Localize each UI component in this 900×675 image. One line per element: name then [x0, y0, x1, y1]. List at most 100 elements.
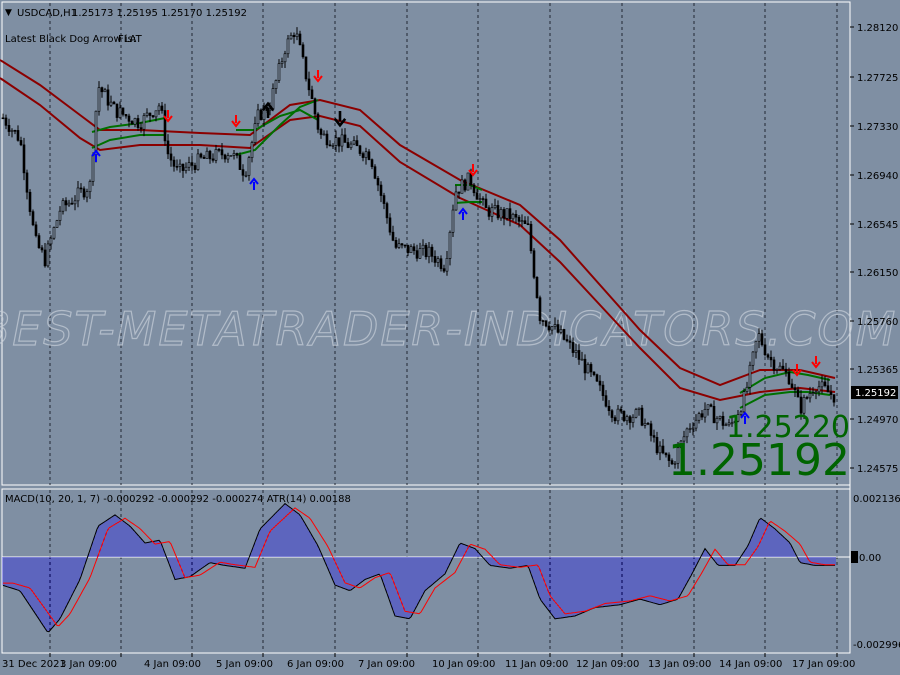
- trading-chart[interactable]: BEST-METATRADER-INDICATORS.COM ▼ USDCAD,…: [0, 0, 900, 675]
- candle-body: [505, 208, 509, 219]
- candle-body: [382, 195, 386, 204]
- candle-body: [244, 174, 248, 177]
- candle-body: [289, 35, 293, 40]
- sell-arrow-icon: [313, 70, 323, 83]
- candle-body: [784, 368, 788, 373]
- candle-body: [703, 409, 707, 418]
- candle-body: [571, 342, 575, 353]
- candle-body: [445, 258, 449, 272]
- candle-body: [529, 223, 533, 252]
- candle-body: [415, 250, 419, 259]
- candle-body: [700, 413, 704, 418]
- candle-body: [457, 191, 461, 194]
- candle-body: [121, 107, 125, 115]
- candle-body: [49, 237, 53, 245]
- candle-body: [829, 391, 833, 395]
- candle-body: [175, 166, 179, 168]
- candle-body: [340, 134, 344, 147]
- candle-body: [649, 423, 653, 436]
- candle-body: [544, 320, 548, 327]
- candle-body: [376, 178, 380, 186]
- candle-body: [460, 179, 464, 194]
- candle-body: [805, 397, 809, 399]
- candle-body: [298, 33, 302, 46]
- candle-body: [634, 409, 638, 418]
- candle-body: [238, 154, 242, 170]
- price-tick-label: 1.26940: [857, 171, 898, 182]
- candle-body: [31, 211, 35, 226]
- candle-body: [595, 374, 599, 382]
- candle-body: [166, 140, 170, 155]
- candle-body: [178, 163, 182, 167]
- candle-body: [748, 364, 752, 388]
- candle-body: [751, 351, 755, 366]
- candle-body: [715, 418, 719, 424]
- candle-body: [136, 118, 140, 128]
- status-value: FLAT: [118, 34, 143, 45]
- candle-body: [655, 437, 659, 454]
- candle-body: [316, 113, 320, 130]
- time-tick-label: 31 Dec 2021: [2, 659, 66, 670]
- candle-body: [385, 203, 389, 219]
- candle-body: [787, 371, 791, 385]
- candle-body: [466, 172, 470, 191]
- candle-body: [94, 110, 98, 156]
- candle-body: [643, 422, 647, 426]
- candle-body: [562, 329, 566, 340]
- signal-arrows: [91, 70, 821, 424]
- candle-body: [64, 200, 68, 206]
- candle-body: [790, 383, 794, 388]
- candle-body: [397, 243, 401, 248]
- candle-body: [775, 369, 779, 371]
- candle-body: [10, 130, 14, 132]
- candle-body: [115, 103, 119, 118]
- time-tick-label: 14 Jan 09:00: [719, 659, 782, 670]
- candle-body: [154, 110, 158, 118]
- buy-arrow-icon: [458, 207, 468, 220]
- candle-body: [808, 393, 812, 399]
- candle-body: [565, 339, 569, 342]
- time-tick-label: 7 Jan 09:00: [358, 659, 415, 670]
- candle-body: [511, 213, 515, 220]
- candle-body: [763, 344, 767, 356]
- candle-body: [346, 142, 350, 148]
- candle-body: [79, 187, 83, 190]
- candle-body: [535, 277, 539, 298]
- candle-body: [496, 205, 500, 219]
- candle-body: [454, 191, 458, 211]
- candle-body: [568, 340, 572, 343]
- price-tick-label: 1.27330: [857, 122, 898, 133]
- candle-body: [583, 358, 587, 374]
- candle-body: [70, 202, 74, 205]
- macd-histogram: [2, 503, 836, 632]
- candle-body: [721, 415, 725, 426]
- candle-body: [379, 184, 383, 196]
- time-tick-label: 11 Jan 09:00: [505, 659, 568, 670]
- sell-arrow-icon: [231, 115, 241, 128]
- candle-body: [664, 452, 668, 456]
- candle-body: [109, 101, 113, 106]
- candle-body: [331, 145, 335, 147]
- candle-body: [22, 144, 26, 174]
- candle-body: [193, 165, 197, 170]
- candle-body: [814, 391, 818, 394]
- candle-body: [88, 181, 92, 193]
- indicator-panel[interactable]: [1, 488, 851, 654]
- candle-body: [28, 191, 32, 212]
- candle-body: [127, 115, 131, 122]
- candle-body: [793, 387, 797, 391]
- time-tick-label: 17 Jan 09:00: [792, 659, 855, 670]
- candle-body: [310, 89, 314, 99]
- time-tick-label: 6 Jan 09:00: [287, 659, 344, 670]
- candle-body: [373, 166, 377, 179]
- candle-body: [430, 246, 434, 257]
- header-triangle-icon[interactable]: ▼: [5, 8, 12, 18]
- candle-body: [718, 415, 722, 419]
- candle-body: [463, 179, 467, 191]
- time-axis: 31 Dec 20213 Jan 09:00 4 Jan 09:00 5 Jan 0…: [2, 653, 855, 670]
- candle-body: [637, 407, 641, 410]
- indicator-axis-zero: 0.00: [859, 553, 881, 564]
- candle-body: [334, 137, 338, 146]
- candle-body: [241, 169, 245, 176]
- candle-body: [514, 213, 518, 218]
